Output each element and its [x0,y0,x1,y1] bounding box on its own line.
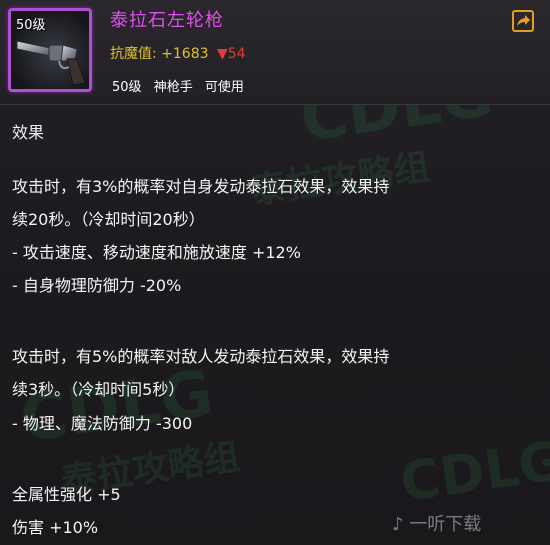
share-button[interactable] [512,10,534,32]
effect-line: - 物理、魔法防御力 -300 [12,414,193,433]
effect-section-title: 效果 [12,123,45,142]
revolver-icon [16,40,86,86]
site-brand: ♪ 一听下载 [392,510,481,536]
required-class: 神枪手 [153,80,193,95]
watermark-latin-bottom: CDLG [15,356,218,458]
effect-line: 全属性强化 +5 [12,485,121,504]
item-icon-frame[interactable]: 50级 [8,8,92,92]
requirement-row: 50级 神枪手 可使用 [112,76,252,95]
effect-line: 攻击时，有5%的概率对敌人发动泰拉石效果，效果持 [12,347,390,366]
item-header: 50级 泰拉石左轮枪 抗魔值: +1683 ▼54 50级 神枪手 可使用 [0,0,550,105]
required-level: 50级 [112,80,142,95]
effect-line: 伤害 +10% [12,518,99,537]
item-tooltip-panel: CDLG 泰拉攻略组 CDLG 泰拉攻略组 CDLG 50级 泰拉石左轮枪 抗魔… [0,0,550,545]
share-arrow-icon [517,15,530,26]
stat-row: 抗魔值: +1683 ▼54 [110,43,246,63]
brand-logo-icon: ♪ [392,514,404,535]
brand-text: 一听下载 [409,514,482,535]
usable-status: 可使用 [204,80,244,95]
effect-line: - 自身物理防御力 -20% [12,276,182,295]
effect-line: 续3秒。（冷却时间5秒） [12,380,185,399]
item-name: 泰拉石左轮枪 [110,10,224,31]
stat-decrease: ▼54 [216,46,246,62]
stat-label: 抗魔值: [110,46,157,62]
effect-line: 续20秒。（冷却时间20秒） [12,210,205,229]
watermark-latin-right: CDLG [396,428,550,515]
effect-line: - 攻击速度、移动速度和施放速度 +12% [12,243,301,262]
effect-line: 攻击时，有3%的概率对自身发动泰拉石效果，效果持 [12,177,390,196]
stat-value: +1683 [161,46,209,62]
